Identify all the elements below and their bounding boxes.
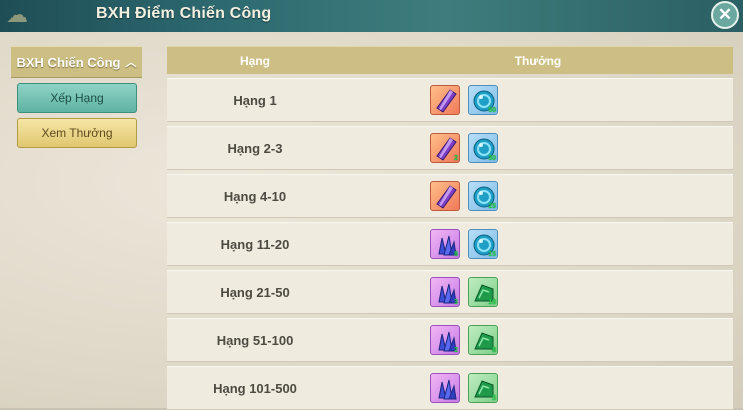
reward-cell: 28: [343, 319, 733, 361]
reward-cell: 2 30: [343, 127, 733, 169]
rank-label: Hạng 101-500: [213, 380, 297, 396]
green-jade-stone-icon[interactable]: 8: [468, 325, 498, 355]
sidebar: BXH Chiến Công ︿ Xếp Hạng Xem Thưởng: [0, 32, 158, 408]
table-row: Hạng 4-10 25: [167, 174, 733, 218]
blue-crystal-cluster-icon[interactable]: 2: [430, 325, 460, 355]
cyan-orb-icon[interactable]: 30: [468, 133, 498, 163]
table-row: Hạng 1 50: [167, 78, 733, 122]
ranking-tab-button[interactable]: Xếp Hạng: [17, 83, 137, 113]
view-rewards-label: Xem Thưởng: [41, 126, 113, 140]
item-quantity: 2: [454, 347, 458, 354]
rank-label: Hạng 21-50: [220, 284, 290, 300]
sidebar-header[interactable]: BXH Chiến Công ︿: [11, 46, 142, 78]
chevron-up-icon: ︿: [125, 57, 137, 69]
item-quantity: 8: [454, 251, 458, 258]
purple-crystal-shard-icon[interactable]: 2: [430, 133, 460, 163]
item-quantity: 10: [488, 299, 496, 306]
window-title: BXH Điểm Chiến Công: [96, 5, 272, 22]
reward-cell: 8 15: [343, 223, 733, 265]
item-quantity: 5: [492, 395, 496, 402]
main-panel: BXH Chiến Công ︿ Xếp Hạng Xem Thưởng Hạn…: [0, 32, 743, 410]
close-icon[interactable]: ✕: [711, 1, 739, 29]
table-row: Hạng 101-500 5: [167, 366, 733, 410]
rank-label: Hạng 11-20: [220, 236, 290, 252]
table-header: Hạng Thưởng: [167, 46, 733, 74]
blue-crystal-cluster-icon[interactable]: [430, 373, 460, 403]
cyan-orb-icon[interactable]: 50: [468, 85, 498, 115]
item-quantity: 25: [488, 203, 496, 210]
table-row: Hạng 21-50 3 10: [167, 270, 733, 314]
blue-crystal-cluster-icon[interactable]: 3: [430, 277, 460, 307]
view-rewards-button[interactable]: Xem Thưởng: [17, 118, 137, 148]
cyan-orb-icon[interactable]: 25: [468, 181, 498, 211]
cyan-orb-icon[interactable]: 15: [468, 229, 498, 259]
reward-column-header: Thưởng: [514, 53, 562, 68]
sidebar-header-label: BXH Chiến Công: [16, 54, 121, 70]
green-jade-stone-icon[interactable]: 5: [468, 373, 498, 403]
green-jade-stone-icon[interactable]: 10: [468, 277, 498, 307]
blue-crystal-cluster-icon[interactable]: 8: [430, 229, 460, 259]
reward-table: Hạng Thưởng Hạng 1 50 Hạng 2-3 2 30 Hạng 4-10…: [167, 46, 733, 410]
rank-label: Hạng 51-100: [216, 332, 294, 348]
item-quantity: 50: [488, 107, 496, 114]
purple-crystal-shard-icon[interactable]: [430, 181, 460, 211]
reward-cell: 5: [343, 367, 733, 409]
item-quantity: 15: [488, 251, 496, 258]
item-quantity: 3: [454, 299, 458, 306]
item-quantity: 2: [454, 155, 458, 162]
purple-crystal-shard-icon[interactable]: [430, 85, 460, 115]
item-quantity: 30: [488, 155, 496, 162]
table-row: Hạng 2-3 2 30: [167, 126, 733, 170]
rank-label: Hạng 4-10: [223, 188, 287, 204]
ranking-tab-label: Xếp Hạng: [50, 91, 104, 105]
cloud-ornament-icon: ☁: [6, 2, 28, 27]
title-bar: ☁ BXH Điểm Chiến Công ✕: [0, 0, 743, 32]
item-quantity: 8: [492, 347, 496, 354]
reward-cell: 3 10: [343, 271, 733, 313]
reward-cell: 50: [343, 79, 733, 121]
rank-column-header: Hạng: [240, 53, 270, 68]
rank-label: Hạng 2-3: [227, 140, 283, 156]
reward-cell: 25: [343, 175, 733, 217]
table-row: Hạng 11-20 8 15: [167, 222, 733, 266]
table-row: Hạng 51-100 2 8: [167, 318, 733, 362]
rank-label: Hạng 1: [233, 92, 277, 108]
